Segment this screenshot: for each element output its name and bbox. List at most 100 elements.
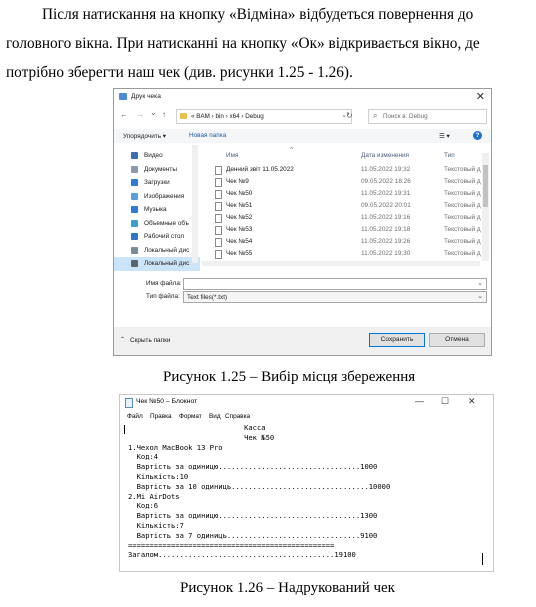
text-file-icon <box>215 202 222 211</box>
dialog-footer: ⌃ Скрыть папки Сохранить Отмена <box>114 327 491 355</box>
close-icon[interactable]: ✕ <box>468 396 476 407</box>
refresh-icon[interactable]: ↻ <box>346 111 353 120</box>
file-name: Чек №55 <box>226 250 253 257</box>
folder-icon <box>131 260 138 267</box>
text-file-icon <box>215 190 222 199</box>
cancel-button[interactable]: Отмена <box>429 333 485 347</box>
figure-caption: Рисунок 1.25 – Вибір місця збереження <box>163 369 416 385</box>
sidebar-item[interactable]: Загрузки <box>114 176 200 190</box>
back-arrow-icon[interactable]: ← <box>120 110 128 119</box>
column-date[interactable]: Дата изменения <box>361 152 409 159</box>
file-name: Чек №52 <box>226 214 253 221</box>
file-name: Чек №9 <box>226 178 249 185</box>
address-bar[interactable]: « BAM › bin › x64 › Debug ⌄ <box>176 109 352 124</box>
receipt-line: Вартість за 10 одиниць..................… <box>128 481 391 491</box>
paragraph-line: головного вікна. При натисканні на кнопк… <box>6 35 480 52</box>
help-icon[interactable]: ? <box>473 131 482 140</box>
receipt-line: Касса <box>128 423 266 432</box>
file-row[interactable]: Чек №53 11.05.2022 19:18 Текстовый д <box>206 224 481 236</box>
receipt-line: Код:6 <box>128 501 159 511</box>
text-file-icon <box>215 226 222 235</box>
address-path: « BAM › bin › x64 › Debug <box>191 112 264 120</box>
file-name: Денний звіт 11.05.2022 <box>226 166 294 173</box>
up-arrow-icon[interactable]: ↑ <box>162 110 166 119</box>
close-icon[interactable]: ✕ <box>476 90 485 103</box>
column-name[interactable]: Имя <box>226 152 238 159</box>
receipt-line: Чек №50 <box>128 432 275 442</box>
new-folder-button[interactable]: Новая папка <box>189 132 226 139</box>
column-type[interactable]: Тип <box>444 152 455 159</box>
file-type: Текстовый д <box>444 250 481 257</box>
file-type: Текстовый д <box>444 238 481 245</box>
sidebar-item[interactable]: Рабочий стол <box>114 230 200 244</box>
file-row[interactable]: Чек №55 11.05.2022 19:30 Текстовый д <box>206 248 481 260</box>
sidebar-item[interactable]: Видео <box>114 149 200 163</box>
file-date: 11.05.2022 19:32 <box>361 166 411 173</box>
sidebar-item[interactable]: Документы <box>114 163 200 177</box>
file-row[interactable]: Чек №52 11.05.2022 19:16 Текстовый д <box>206 212 481 224</box>
menu-format[interactable]: Формат <box>179 413 202 420</box>
file-type: Текстовый д <box>444 214 481 221</box>
folder-icon <box>131 206 138 213</box>
menu-view[interactable]: Вид <box>209 413 221 420</box>
text-file-icon <box>215 238 222 247</box>
file-row[interactable]: Чек №51 09.05.2022 20:01 Текстовый д <box>206 200 481 212</box>
hide-folders-toggle[interactable]: Скрыть папки <box>130 337 170 344</box>
sidebar-item[interactable]: Объемные объ <box>114 217 200 231</box>
filetype-select[interactable]: Text files(*.txt) ⌄ <box>183 291 487 303</box>
file-date: 09.05.2022 18:26 <box>361 178 411 185</box>
menu-file[interactable]: Файл <box>127 413 143 420</box>
text-cursor <box>482 553 483 565</box>
notepad-icon <box>125 398 133 408</box>
folder-icon <box>180 113 187 119</box>
file-row[interactable]: Чек №54 11.05.2022 19:26 Текстовый д <box>206 236 481 248</box>
chevron-down-icon[interactable]: ⌄ <box>477 279 483 287</box>
file-type: Текстовый д <box>444 178 481 185</box>
minimize-icon[interactable]: — <box>415 396 424 406</box>
view-options-button[interactable]: ☰ ▾ <box>439 132 450 140</box>
text-cursor <box>124 425 125 434</box>
chevron-up-icon[interactable]: ⌃ <box>120 336 125 343</box>
filename-field[interactable]: ⌄ <box>183 278 487 290</box>
receipt-line: Загалом.................................… <box>128 550 356 560</box>
chevron-down-icon[interactable]: ⌄ <box>477 292 483 300</box>
menu-help[interactable]: Справка <box>225 413 250 420</box>
file-row[interactable]: Чек №50 11.05.2022 19:31 Текстовый д <box>206 188 481 200</box>
file-name: Чек №50 <box>226 190 253 197</box>
intro-paragraph: Після натискання на кнопку «Відміна» від… <box>6 0 528 87</box>
sidebar-item[interactable]: Музыка <box>114 203 200 217</box>
filetype-value: Text files(*.txt) <box>187 293 228 301</box>
sidebar-item[interactable]: Локальный дис <box>114 257 200 271</box>
text-file-icon <box>215 166 222 175</box>
navigation-pane: Видео Документы Загрузки Изображения Музыка О… <box>114 145 200 271</box>
notepad-text-area[interactable]: Касса Чек №50 1.Чехол MacBook 13 Pro Код:… <box>128 423 488 560</box>
sidebar-scrollbar[interactable] <box>192 145 198 263</box>
file-row[interactable]: Денний звіт 11.05.2022 11.05.2022 19:32 Те… <box>206 164 481 176</box>
sidebar-item[interactable]: Локальный дис <box>114 244 200 258</box>
maximize-icon[interactable]: ☐ <box>441 396 449 407</box>
file-type: Текстовый д <box>444 166 481 173</box>
search-input[interactable]: ⌕ Поиск в: Debug <box>368 109 487 124</box>
command-bar: Упорядочить ▾ Новая папка ☰ ▾ ? <box>114 129 491 143</box>
organize-button[interactable]: Упорядочить ▾ <box>123 132 166 140</box>
file-date: 11.05.2022 19:16 <box>361 214 411 221</box>
file-list-scrollbar[interactable] <box>482 153 489 261</box>
notepad-window: Чек №50 – Блокнот — ☐ ✕ Файл Правка Форм… <box>119 394 494 572</box>
file-type: Текстовый д <box>444 190 481 197</box>
recent-dropdown-icon[interactable]: ⌄ <box>150 108 157 117</box>
receipt-line: Кількість:10 <box>128 471 189 481</box>
save-dialog: Друк чека ✕ ← → ⌄ ↑ « BAM › bin › x64 › … <box>113 88 492 356</box>
scroll-thumb[interactable] <box>483 165 488 207</box>
text-file-icon <box>215 214 222 223</box>
save-button[interactable]: Сохранить <box>369 333 425 347</box>
horizontal-scrollbar[interactable] <box>202 261 480 266</box>
file-row[interactable]: Чек №9 09.05.2022 18:26 Текстовый д <box>206 176 481 188</box>
folder-icon <box>131 192 138 200</box>
menu-edit[interactable]: Правка <box>150 413 172 420</box>
search-icon: ⌕ <box>373 111 378 120</box>
file-list: Имя ^ Дата изменения Тип Денний звіт 11.… <box>206 145 481 265</box>
forward-arrow-icon[interactable]: → <box>136 110 144 119</box>
navigation-bar: ← → ⌄ ↑ « BAM › bin › x64 › Debug ⌄ ↻ ⌕ … <box>114 107 491 125</box>
sidebar-item[interactable]: Изображения <box>114 190 200 204</box>
receipt-line: Вартість за одиницю.....................… <box>128 511 378 521</box>
